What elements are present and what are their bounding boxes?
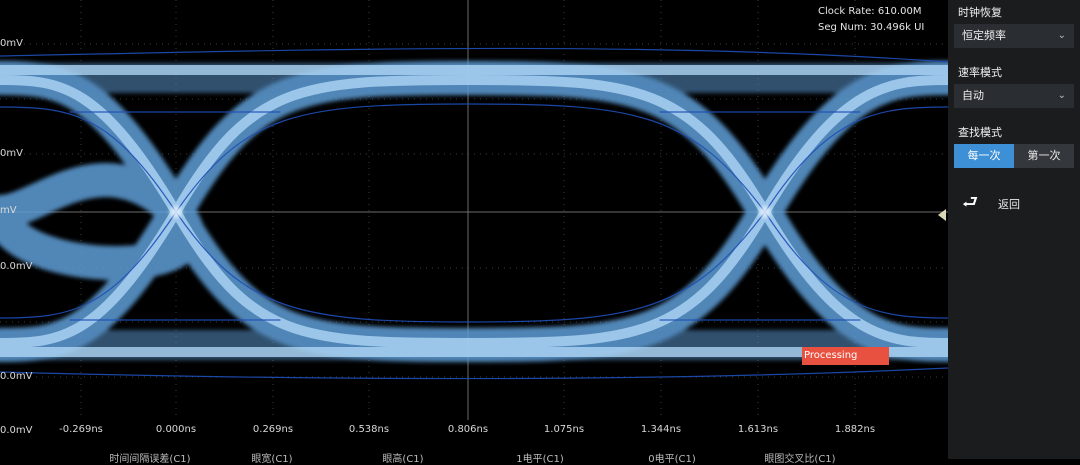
- settings-sidebar: 时钟恢复 恒定频率 ⌄ 速率模式 自动 ⌄ 查找模式 每一次 第一次 ⮐ 返回: [948, 0, 1080, 459]
- x-tick-label: 1.344ns: [640, 424, 682, 435]
- measurement-tab[interactable]: 眼宽(C1): [251, 450, 292, 465]
- acquisition-info: Clock Rate: 610.00M Seg Num: 30.496k UI: [818, 4, 924, 36]
- x-tick-label: 0.000ns: [155, 424, 197, 435]
- clock-recovery-label: 时钟恢复: [958, 6, 1002, 19]
- chevron-down-icon: ⌄: [1057, 90, 1066, 101]
- eye-diagram-plot[interactable]: [0, 0, 948, 459]
- measurement-tab[interactable]: 时间间隔误差(C1): [109, 450, 190, 465]
- trigger-level-marker[interactable]: [938, 209, 946, 221]
- measurement-tab[interactable]: 眼图交叉比(C1): [764, 450, 835, 465]
- measurement-tab[interactable]: 1电平(C1): [516, 450, 564, 465]
- x-tick-label: -0.269ns: [59, 424, 103, 435]
- search-mode-label: 查找模式: [958, 126, 1002, 139]
- search-mode-every-button[interactable]: 每一次: [954, 144, 1014, 168]
- y-label: 0mV: [0, 38, 23, 49]
- back-label: 返回: [998, 198, 1020, 211]
- rate-mode-value: 自动: [962, 89, 984, 102]
- seg-num-readout: Seg Num: 30.496k UI: [818, 22, 925, 33]
- clock-recovery-value: 恒定频率: [962, 29, 1006, 42]
- x-tick-label: 0.269ns: [252, 424, 294, 435]
- processing-indicator: Processing: [802, 347, 889, 365]
- y-label: 0.0mV: [0, 425, 33, 436]
- clock-recovery-select[interactable]: 恒定频率 ⌄: [954, 24, 1074, 48]
- measurement-tab[interactable]: 0电平(C1): [648, 450, 696, 465]
- back-button[interactable]: ⮐ 返回: [958, 192, 1068, 214]
- x-tick-label: 0.806ns: [447, 424, 489, 435]
- rate-mode-label: 速率模式: [958, 66, 1002, 79]
- measurement-tab[interactable]: 眼高(C1): [382, 450, 423, 465]
- y-label: mV: [0, 205, 17, 216]
- chevron-down-icon: ⌄: [1057, 30, 1066, 41]
- x-tick-label: 1.882ns: [834, 424, 876, 435]
- clock-rate-readout: Clock Rate: 610.00M: [818, 6, 922, 17]
- y-label: 0mV: [0, 148, 23, 159]
- x-tick-label: 1.613ns: [737, 424, 779, 435]
- x-tick-label: 0.538ns: [348, 424, 390, 435]
- y-label: 0.0mV: [0, 261, 33, 272]
- x-tick-label: 1.075ns: [543, 424, 585, 435]
- back-arrow-icon: ⮐: [962, 192, 979, 213]
- search-mode-first-button[interactable]: 第一次: [1014, 144, 1074, 168]
- rate-mode-select[interactable]: 自动 ⌄: [954, 84, 1074, 108]
- y-label: 0.0mV: [0, 371, 33, 382]
